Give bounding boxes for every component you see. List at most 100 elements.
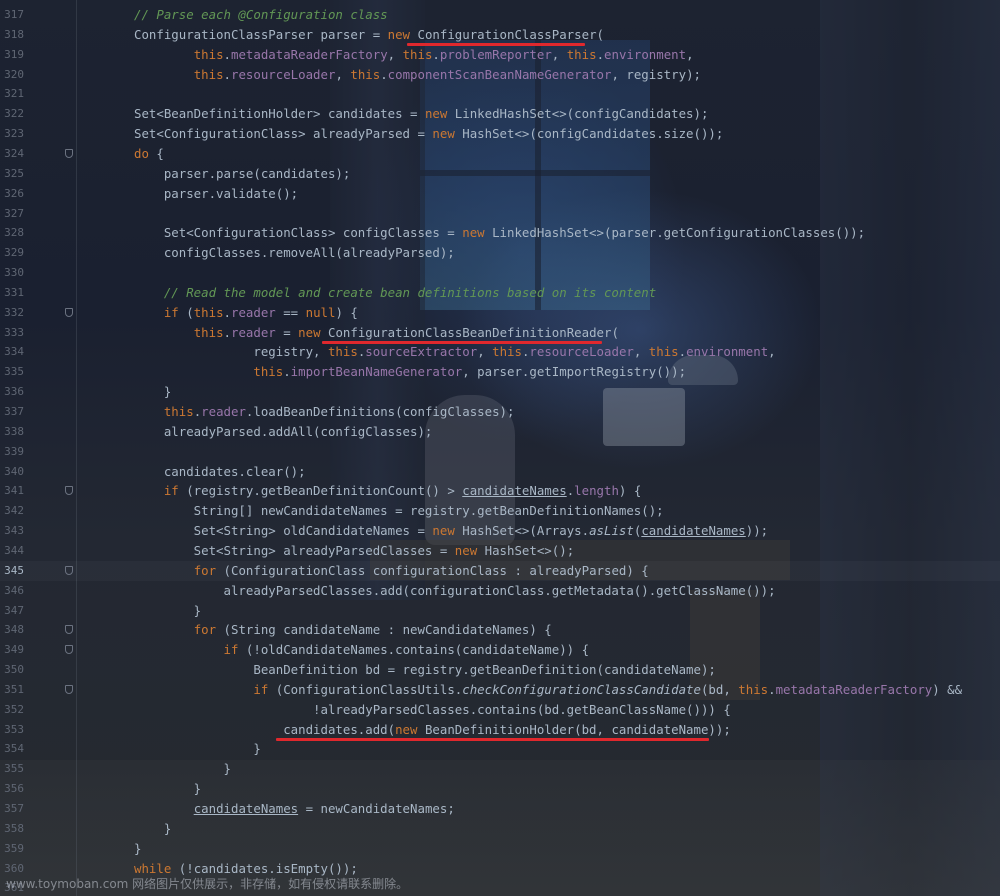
code-line[interactable]: 338 alreadyParsed.addAll(configClasses); xyxy=(0,422,1000,442)
code-token: . xyxy=(380,66,388,82)
code-line[interactable]: 333 this.reader = new ConfigurationClass… xyxy=(0,323,1000,343)
code-text: registry, this.sourceExtractor, this.res… xyxy=(134,342,775,362)
code-line[interactable]: 355 } xyxy=(0,759,1000,779)
code-token: alreadyParsed.addAll(configClasses); xyxy=(134,423,433,439)
code-line[interactable]: 353 candidates.add(new BeanDefinitionHol… xyxy=(0,720,1000,740)
fold-marker-icon[interactable] xyxy=(65,307,73,317)
line-number: 347 xyxy=(4,603,24,617)
code-line[interactable]: 329 configClasses.removeAll(alreadyParse… xyxy=(0,243,1000,263)
code-line[interactable]: 342 String[] newCandidateNames = registr… xyxy=(0,501,1000,521)
fold-marker-icon[interactable] xyxy=(65,684,73,694)
code-line[interactable]: 352 !alreadyParsedClasses.contains(bd.ge… xyxy=(0,700,1000,720)
code-line[interactable]: 318 ConfigurationClassParser parser = new… xyxy=(0,25,1000,45)
code-text: Set<ConfigurationClass> configClasses = … xyxy=(134,223,865,243)
code-line[interactable]: 350 BeanDefinition bd = registry.getBean… xyxy=(0,660,1000,680)
code-line[interactable]: 345 for (ConfigurationClass configuratio… xyxy=(0,561,1000,581)
code-line[interactable]: 332 if (this.reader == null) { xyxy=(0,303,1000,323)
line-number: 318 xyxy=(4,27,24,41)
code-token: ( xyxy=(178,304,194,320)
code-line[interactable]: 346 alreadyParsedClasses.add(configurati… xyxy=(0,581,1000,601)
code-line[interactable]: 326 parser.validate(); xyxy=(0,184,1000,204)
line-number: 357 xyxy=(4,802,24,815)
code-token: if xyxy=(253,681,269,697)
code-line[interactable]: 337 this.reader.loadBeanDefinitions(conf… xyxy=(0,402,1000,422)
code-line[interactable]: 358 } xyxy=(0,819,1000,839)
code-line[interactable]: 327 xyxy=(0,204,1000,224)
line-number: 322 xyxy=(4,107,24,121)
code-token: } xyxy=(134,820,172,836)
line-number: 354 xyxy=(4,742,24,756)
code-token: (registry.getBeanDefinitionCount() > xyxy=(178,483,463,499)
code-token: new xyxy=(432,126,455,142)
code-line[interactable]: 340 candidates.clear(); xyxy=(0,462,1000,482)
code-token: LinkedHashSet<>(parser.getConfigurationC… xyxy=(484,225,866,241)
code-line[interactable]: 344 Set<String> alreadyParsedClasses = n… xyxy=(0,541,1000,561)
code-line[interactable]: 334 registry, this. sourceExtractor, this… xyxy=(0,342,1000,362)
code-token: candidateNames xyxy=(462,483,567,499)
code-line[interactable]: 319 this.metadataReaderFactory, this.pro… xyxy=(0,45,1000,65)
code-line[interactable]: 325 parser.parse(candidates); xyxy=(0,164,1000,184)
code-token: (String candidateName : newCandidateName… xyxy=(216,622,552,638)
code-line[interactable]: 343 Set<String> oldCandidateNames = new … xyxy=(0,521,1000,541)
code-line[interactable]: 356 } xyxy=(0,779,1000,799)
line-number: 349 xyxy=(4,643,24,657)
code-line[interactable]: 341 if (registry.getBeanDefinitionCount(… xyxy=(0,481,1000,501)
code-token: } xyxy=(134,761,231,777)
code-line[interactable]: 320 this.resourceLoader, this.componentS… xyxy=(0,65,1000,85)
code-line[interactable]: 328 Set<ConfigurationClass> configClasse… xyxy=(0,223,1000,243)
code-line[interactable]: 330 xyxy=(0,263,1000,283)
fold-marker-icon[interactable] xyxy=(65,625,73,635)
code-token: LinkedHashSet<>(configCandidates); xyxy=(447,106,709,122)
fold-marker-icon[interactable] xyxy=(65,148,73,158)
code-line[interactable]: 339 xyxy=(0,442,1000,462)
code-line[interactable]: 324 do { xyxy=(0,144,1000,164)
code-token: . xyxy=(223,304,231,320)
line-number: 332 xyxy=(4,305,24,319)
code-token: candidateNames xyxy=(641,523,746,539)
fold-marker-icon[interactable] xyxy=(65,486,73,496)
code-line[interactable]: 322 Set<BeanDefinitionHolder> candidates … xyxy=(0,104,1000,124)
code-line[interactable]: 357 candidateNames = newCandidateNames; xyxy=(0,799,1000,819)
line-number: 343 xyxy=(4,524,24,538)
code-line[interactable]: 317 // Parse each @Configuration class xyxy=(0,5,1000,25)
code-line[interactable]: 354 } xyxy=(0,739,1000,759)
code-line[interactable]: 348 for (String candidateName : newCandi… xyxy=(0,620,1000,640)
line-number: 337 xyxy=(4,405,24,418)
code-line[interactable]: 323 Set<ConfigurationClass> alreadyParsed… xyxy=(0,124,1000,144)
code-token: this xyxy=(492,344,522,360)
code-token: parser.validate(); xyxy=(134,185,299,201)
code-token: Set<String> alreadyParsedClasses = xyxy=(134,542,455,558)
code-token: } xyxy=(134,741,261,757)
code-line[interactable]: 359} xyxy=(0,839,1000,859)
code-line[interactable]: 347 } xyxy=(0,601,1000,621)
line-number: 342 xyxy=(4,504,24,518)
code-token: == xyxy=(275,304,306,320)
code-token: (bd, xyxy=(700,681,739,697)
code-line[interactable]: 335 this.importBeanNameGenerator, parser… xyxy=(0,362,1000,382)
code-token: candidates.add( xyxy=(134,721,396,737)
code-line[interactable]: 331 // Read the model and create bean de… xyxy=(0,283,1000,303)
code-token: candidateNames xyxy=(193,801,299,816)
fold-marker-icon[interactable] xyxy=(65,565,73,575)
code-editor[interactable]: 317 // Parse each @Configuration class 318… xyxy=(0,0,1000,896)
code-token: .loadBeanDefinitions(configClasses); xyxy=(245,404,515,419)
code-token: (ConfigurationClassUtils. xyxy=(268,681,463,697)
code-token: environment xyxy=(604,46,687,62)
code-token: this xyxy=(163,404,194,419)
code-line[interactable]: 336 } xyxy=(0,382,1000,402)
code-text: if (!oldCandidateNames.contains(candidat… xyxy=(134,640,590,660)
line-number: 353 xyxy=(4,722,24,736)
code-text: Set<BeanDefinitionHolder> candidates = n… xyxy=(134,104,708,124)
fold-marker-icon[interactable] xyxy=(65,645,73,655)
code-line[interactable]: 349 if (!oldCandidateNames.contains(cand… xyxy=(0,640,1000,660)
code-token: new xyxy=(462,225,485,241)
code-token: do xyxy=(134,145,149,161)
line-number: 348 xyxy=(4,623,24,637)
code-line[interactable]: 351 if (ConfigurationClassUtils.checkCon… xyxy=(0,680,1000,700)
line-number: 340 xyxy=(4,464,24,478)
code-line[interactable]: 321 xyxy=(0,84,1000,104)
code-token: } xyxy=(134,781,202,797)
code-text: } xyxy=(134,601,201,621)
code-token: !alreadyParsedClasses.contains(bd.getBea… xyxy=(134,701,731,717)
